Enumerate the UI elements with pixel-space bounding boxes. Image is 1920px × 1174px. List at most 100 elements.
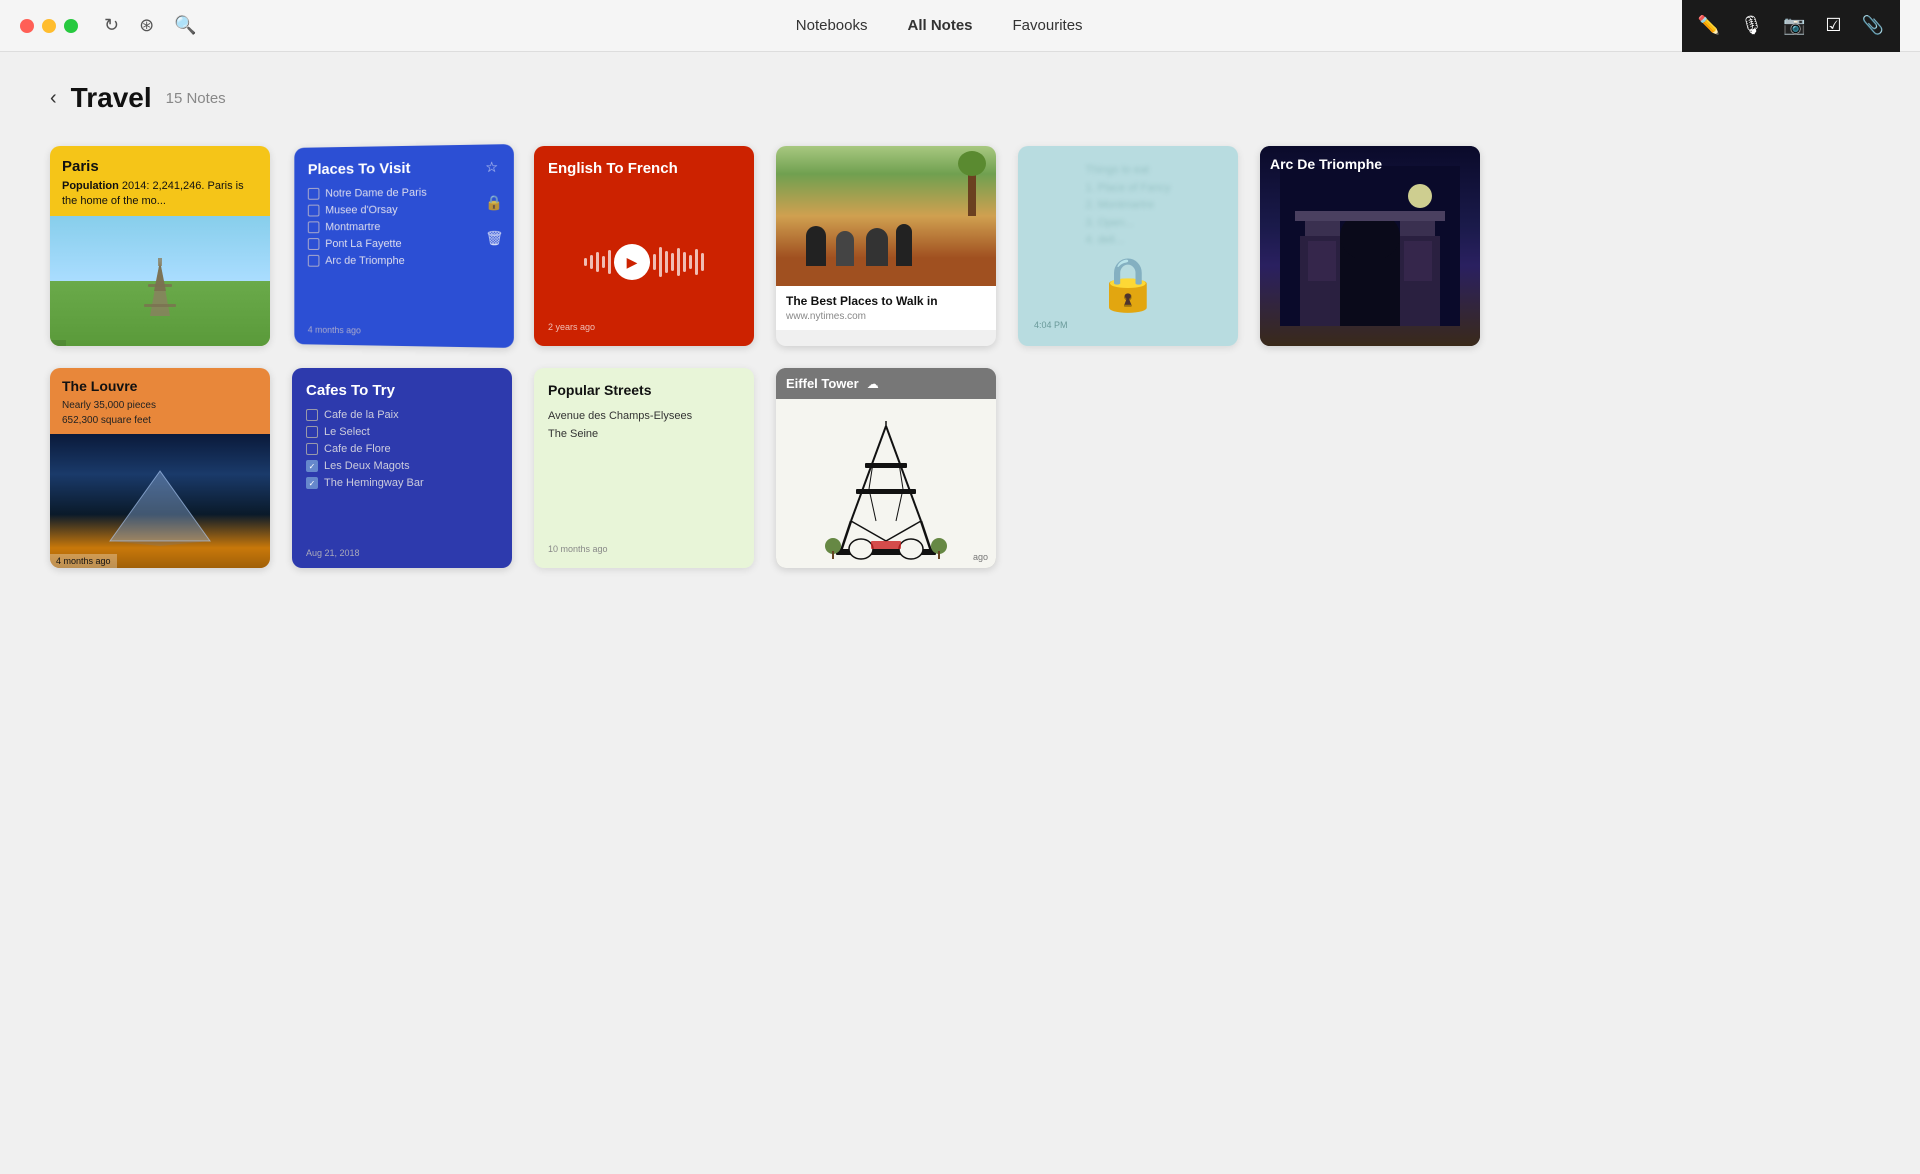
note-card-nytimes[interactable]: The Best Places to Walk in www.nytimes.c… (776, 146, 996, 346)
arc-title: Arc De Triomphe (1270, 156, 1470, 172)
cafes-checkbox-4 (306, 460, 318, 472)
minimize-button[interactable] (42, 19, 56, 33)
traffic-lights (20, 19, 78, 33)
eiffel-timestamp: ago (973, 552, 988, 562)
places-checkbox-5 (308, 255, 320, 267)
waveform-bar (671, 253, 674, 271)
waveform-bar (584, 258, 587, 266)
nav-all-notes[interactable]: All Notes (908, 17, 973, 34)
arc-triomphe-svg (1280, 166, 1460, 326)
waveform-bar (677, 248, 680, 276)
cafes-item-4: Les Deux Magots (306, 460, 498, 472)
streets-title: Popular Streets (548, 382, 740, 398)
waveform-bar (608, 250, 611, 274)
paris-timestamp (50, 340, 66, 346)
nytimes-title: The Best Places to Walk in (786, 294, 986, 308)
titlebar-nav: Notebooks All Notes Favourites (796, 17, 1083, 34)
note-card-cafes[interactable]: Cafes To Try Cafe de la Paix Le Select C… (292, 368, 512, 568)
waveform-bar (596, 252, 599, 272)
titlebar-right: ✏️ 🎙 📷 ☑ 📎 (1682, 0, 1900, 52)
note-card-louvre[interactable]: The Louvre Nearly 35,000 pieces 652,300 … (50, 368, 270, 568)
paris-image-inner (50, 216, 270, 346)
waveform-bar (590, 255, 593, 269)
cafes-title: Cafes To Try (306, 382, 498, 399)
places-checkbox-3 (308, 221, 320, 233)
note-card-streets[interactable]: Popular Streets Avenue des Champs-Elysee… (534, 368, 754, 568)
cafes-item-3: Cafe de Flore (306, 443, 498, 455)
titlebar: ↻ ⊛ 🔍 Notebooks All Notes Favourites ✏️ … (0, 0, 1920, 52)
play-button[interactable]: ▶ (614, 244, 650, 280)
note-card-places[interactable]: Places To Visit Notre Dame de Paris Muse… (294, 144, 514, 348)
arc-image (1260, 146, 1480, 346)
cafes-item-1: Cafe de la Paix (306, 409, 498, 421)
places-item-5: Arc de Triomphe (308, 255, 500, 268)
paris-title: Paris (62, 158, 258, 175)
refresh-icon[interactable]: ↻ (104, 15, 119, 36)
lock-large-icon: 🔒 (1096, 254, 1161, 315)
louvre-text-area: The Louvre Nearly 35,000 pieces 652,300 … (50, 368, 270, 434)
titlebar-icons: ↻ ⊛ 🔍 (104, 15, 197, 36)
places-checkbox-4 (308, 238, 320, 250)
waveform-bar (701, 253, 704, 271)
cloud-icon: ☁ (867, 377, 879, 391)
nav-favourites[interactable]: Favourites (1013, 17, 1083, 34)
places-item-4: Pont La Fayette (308, 238, 500, 250)
waveform-bar (665, 251, 668, 273)
lock-icon[interactable]: 🔒 (485, 194, 503, 211)
waveform-bar (689, 255, 692, 269)
titlebar-left: ↻ ⊛ 🔍 (20, 15, 197, 36)
nytimes-info: The Best Places to Walk in www.nytimes.c… (776, 286, 996, 330)
places-item-2: Musee d'Orsay (308, 203, 500, 216)
search-icon[interactable]: 🔍 (174, 15, 196, 36)
maximize-button[interactable] (64, 19, 78, 33)
streets-item-1: Avenue des Champs-Elysees (548, 410, 740, 422)
louvre-pyramid-svg (50, 434, 270, 568)
note-card-audio[interactable]: English To French ▶ 2 years ago (534, 146, 754, 346)
cafes-checkbox-1 (306, 409, 318, 421)
places-item-3: Montmartre (308, 221, 500, 234)
places-checkbox-1 (308, 188, 320, 200)
trash-icon[interactable]: 🗑 (485, 230, 503, 247)
paris-text-area: Paris Population 2014: 2,241,246. Paris … (50, 146, 270, 216)
note-count: 15 Notes (166, 90, 226, 107)
waveform-bar (683, 252, 686, 272)
louvre-image: 4 months ago (50, 434, 270, 568)
tag-icon[interactable]: ⊛ (139, 15, 154, 36)
compose-icon[interactable]: ✏️ (1698, 15, 1720, 36)
microphone-icon[interactable]: 🎙 (1740, 15, 1763, 36)
nytimes-url: www.nytimes.com (786, 311, 986, 322)
eiffel-header: Eiffel Tower ☁ (776, 368, 996, 399)
waveform-bar (653, 254, 656, 270)
nav-notebooks[interactable]: Notebooks (796, 17, 868, 34)
cafes-item-2: Le Select (306, 426, 498, 438)
notes-row-1: Paris Population 2014: 2,241,246. Paris … (50, 146, 1870, 346)
arc-overlay: Arc De Triomphe (1270, 156, 1470, 172)
streets-item-2: The Seine (548, 428, 740, 440)
paris-body: Population 2014: 2,241,246. Paris is the… (62, 179, 258, 210)
louvre-timestamp: 4 months ago (50, 554, 117, 568)
note-card-paris[interactable]: Paris Population 2014: 2,241,246. Paris … (50, 146, 270, 346)
places-checkbox-2 (308, 205, 320, 217)
cafes-item-5: The Hemingway Bar (306, 477, 498, 489)
note-card-locked[interactable]: Things to eat1. Place of Fancy2. Montmar… (1018, 146, 1238, 346)
waveform-bar (659, 247, 662, 277)
back-button[interactable]: ‹ (50, 87, 57, 110)
places-item-1: Notre Dame de Paris (308, 186, 500, 200)
cafes-checkbox-5 (306, 477, 318, 489)
note-card-arc[interactable]: Arc De Triomphe (1260, 146, 1480, 346)
checklist-icon[interactable]: ☑ (1825, 15, 1841, 36)
paris-image (50, 216, 270, 346)
eiffel-drawing (776, 398, 996, 568)
cafes-checkbox-2 (306, 426, 318, 438)
star-icon[interactable]: ☆ (485, 158, 503, 176)
eiffel-tower-small-svg (130, 256, 190, 336)
cafes-timestamp: Aug 21, 2018 (306, 548, 360, 558)
note-card-eiffel[interactable]: Eiffel Tower ☁ (776, 368, 996, 568)
attachment-icon[interactable]: 📎 (1862, 15, 1884, 36)
camera-icon[interactable]: 📷 (1783, 15, 1805, 36)
close-button[interactable] (20, 19, 34, 33)
audio-waveform: ▶ (548, 244, 740, 280)
waveform-bar (695, 249, 698, 275)
eiffel-drawing-svg (821, 421, 951, 569)
main-content: ‹ Travel 15 Notes Paris Population 2014:… (0, 52, 1920, 620)
